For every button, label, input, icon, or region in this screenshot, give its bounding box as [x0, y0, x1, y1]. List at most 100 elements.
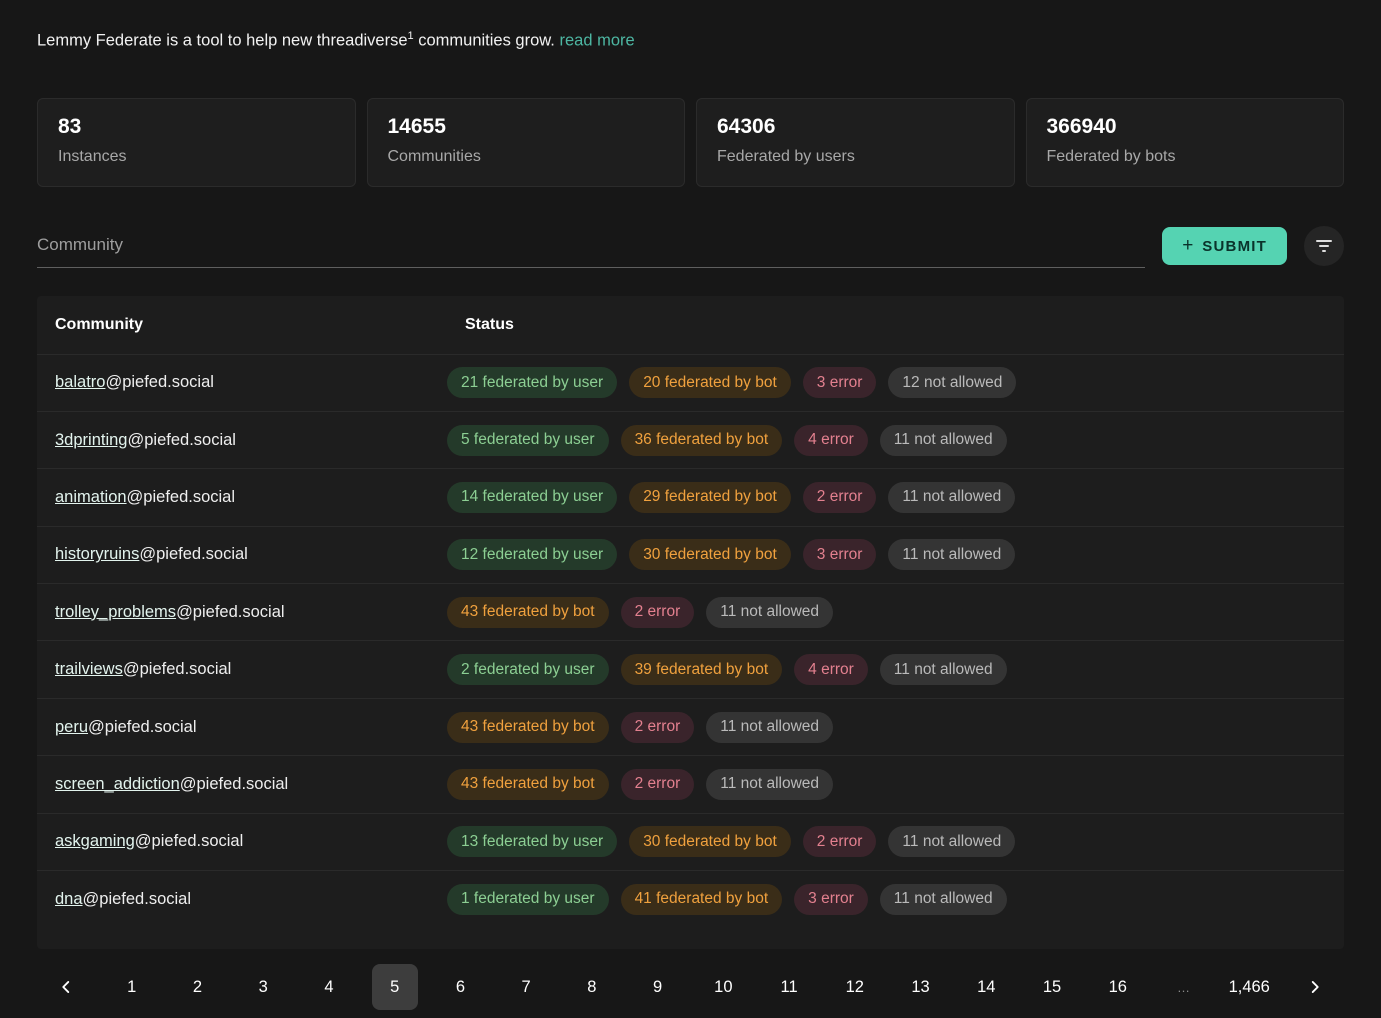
next-page-button[interactable]: [1292, 964, 1338, 1010]
page-button[interactable]: 12: [832, 964, 878, 1010]
page-button[interactable]: 8: [569, 964, 615, 1010]
status-badge: 2 error: [621, 769, 695, 800]
community-cell: historyruins@piefed.social: [37, 545, 447, 564]
stat-value: 14655: [388, 115, 665, 139]
status-badge: 4 error: [794, 654, 868, 685]
status-badge: 13 federated by user: [447, 826, 617, 857]
community-link[interactable]: trailviews: [55, 660, 123, 678]
community-link[interactable]: askgaming: [55, 832, 135, 850]
community-link[interactable]: animation: [55, 488, 127, 506]
community-domain: @piefed.social: [88, 718, 196, 736]
table-row: trolley_problems@piefed.social43 federat…: [37, 583, 1344, 640]
community-link[interactable]: dna: [55, 890, 83, 908]
page: Lemmy Federate is a tool to help new thr…: [0, 0, 1381, 1015]
column-header-status: Status: [447, 316, 1344, 334]
status-cell: 5 federated by user36 federated by bot4 …: [447, 425, 1344, 456]
page-button[interactable]: 14: [963, 964, 1009, 1010]
community-link[interactable]: balatro: [55, 373, 105, 391]
status-badge: 3 error: [803, 367, 877, 398]
community-domain: @piefed.social: [127, 431, 235, 449]
community-table: Community Status balatro@piefed.social21…: [37, 296, 1344, 950]
submit-button[interactable]: + SUBMIT: [1162, 227, 1287, 265]
page-button[interactable]: 6: [437, 964, 483, 1010]
community-domain: @piefed.social: [176, 603, 284, 621]
status-cell: 43 federated by bot2 error11 not allowed: [447, 769, 1344, 800]
status-cell: 43 federated by bot 2 error 11 not allowed: [447, 597, 1344, 628]
status-badge: 30 federated by bot: [629, 826, 791, 857]
community-domain: @piefed.social: [127, 488, 235, 506]
status-badge: 14 federated by user: [447, 482, 617, 513]
status-badge: 1 federated by user: [447, 884, 609, 915]
status-badge: 11 not allowed: [880, 425, 1007, 456]
community-input-wrap: [37, 225, 1145, 268]
status-badge: 2 error: [621, 597, 695, 628]
status-badge: 30 federated by bot: [629, 539, 791, 570]
stat-card: 64306 Federated by users: [696, 98, 1015, 187]
status-badge: 11 not allowed: [880, 884, 1007, 915]
read-more-link[interactable]: read more: [559, 32, 634, 50]
page-button[interactable]: 2: [174, 964, 220, 1010]
stat-label: Federated by users: [717, 148, 994, 166]
community-input[interactable]: [37, 225, 1145, 268]
community-link[interactable]: historyruins: [55, 545, 139, 563]
status-badge: 2 error: [803, 826, 877, 857]
table-row: askgaming@piefed.social13 federated by u…: [37, 813, 1344, 870]
community-cell: trolley_problems@piefed.social: [37, 603, 447, 622]
status-badge: 20 federated by bot: [629, 367, 791, 398]
community-domain: @piefed.social: [139, 545, 247, 563]
community-link[interactable]: 3dprinting: [55, 431, 127, 449]
intro-text: Lemmy Federate is a tool to help new thr…: [37, 24, 1344, 53]
table-row: animation@piefed.social14 federated by u…: [37, 468, 1344, 525]
status-cell: 43 federated by bot2 error11 not allowed: [447, 712, 1344, 743]
stat-label: Instances: [58, 148, 335, 166]
community-link[interactable]: peru: [55, 718, 88, 736]
community-cell: screen_addiction@piefed.social: [37, 775, 447, 794]
table-row: balatro@piefed.social21 federated by use…: [37, 354, 1344, 411]
status-badge: 41 federated by bot: [621, 884, 783, 915]
page-button[interactable]: 4: [306, 964, 352, 1010]
page-button[interactable]: 1: [109, 964, 155, 1010]
status-badge: 11 not allowed: [888, 826, 1015, 857]
status-badge: 2 error: [803, 482, 877, 513]
community-link[interactable]: screen_addiction: [55, 775, 180, 793]
page-button[interactable]: 11: [766, 964, 812, 1010]
page-ellipsis: …: [1160, 964, 1206, 1010]
intro-before: Lemmy Federate is a tool to help new thr…: [37, 32, 408, 50]
status-badge: 3 error: [794, 884, 868, 915]
form-row: + SUBMIT: [37, 225, 1344, 268]
table-body: balatro @piefed.social 21 federated by use…: [37, 354, 1344, 928]
community-link[interactable]: trolley_problems: [55, 603, 176, 621]
page-button[interactable]: 7: [503, 964, 549, 1010]
community-cell: animation@piefed.social: [37, 488, 447, 507]
stat-value: 64306: [717, 115, 994, 139]
submit-button-label: SUBMIT: [1202, 238, 1267, 255]
page-button[interactable]: 1,466: [1226, 964, 1272, 1010]
status-cell: 1 federated by user 41 federated by bot 3 …: [447, 884, 1344, 915]
status-badge: 43 federated by bot: [447, 712, 609, 743]
status-badge: 5 federated by user: [447, 425, 609, 456]
page-button[interactable]: 10: [700, 964, 746, 1010]
status-badge: 43 federated by bot: [447, 597, 609, 628]
status-cell: 2 federated by user39 federated by bot4 …: [447, 654, 1344, 685]
status-cell: 21 federated by user20 federated by bot3…: [447, 367, 1344, 398]
status-badge: 39 federated by bot: [621, 654, 783, 685]
community-cell: 3dprinting@piefed.social: [37, 431, 447, 450]
page-button[interactable]: 9: [635, 964, 681, 1010]
page-button[interactable]: 13: [898, 964, 944, 1010]
page-button[interactable]: 3: [240, 964, 286, 1010]
community-cell: peru@piefed.social: [37, 718, 447, 737]
stat-card: 366940Federated by bots: [1026, 98, 1345, 187]
status-cell: 13 federated by user 30 federated by bot 2…: [447, 826, 1344, 857]
status-badge: 12 not allowed: [888, 367, 1016, 398]
filter-button[interactable]: [1304, 226, 1344, 266]
status-badge: 11 not allowed: [888, 539, 1015, 570]
page-button[interactable]: 5: [372, 964, 418, 1010]
stat-label: Communities: [388, 148, 665, 166]
status-badge: 11 not allowed: [880, 654, 1007, 685]
stats-row: 83Instances14655Communities64306Federate…: [37, 98, 1344, 187]
status-badge: 11 not allowed: [706, 597, 833, 628]
community-cell: dna@piefed.social: [37, 890, 447, 909]
page-button[interactable]: 15: [1029, 964, 1075, 1010]
page-button[interactable]: 16: [1095, 964, 1141, 1010]
prev-page-button[interactable]: [43, 964, 89, 1010]
